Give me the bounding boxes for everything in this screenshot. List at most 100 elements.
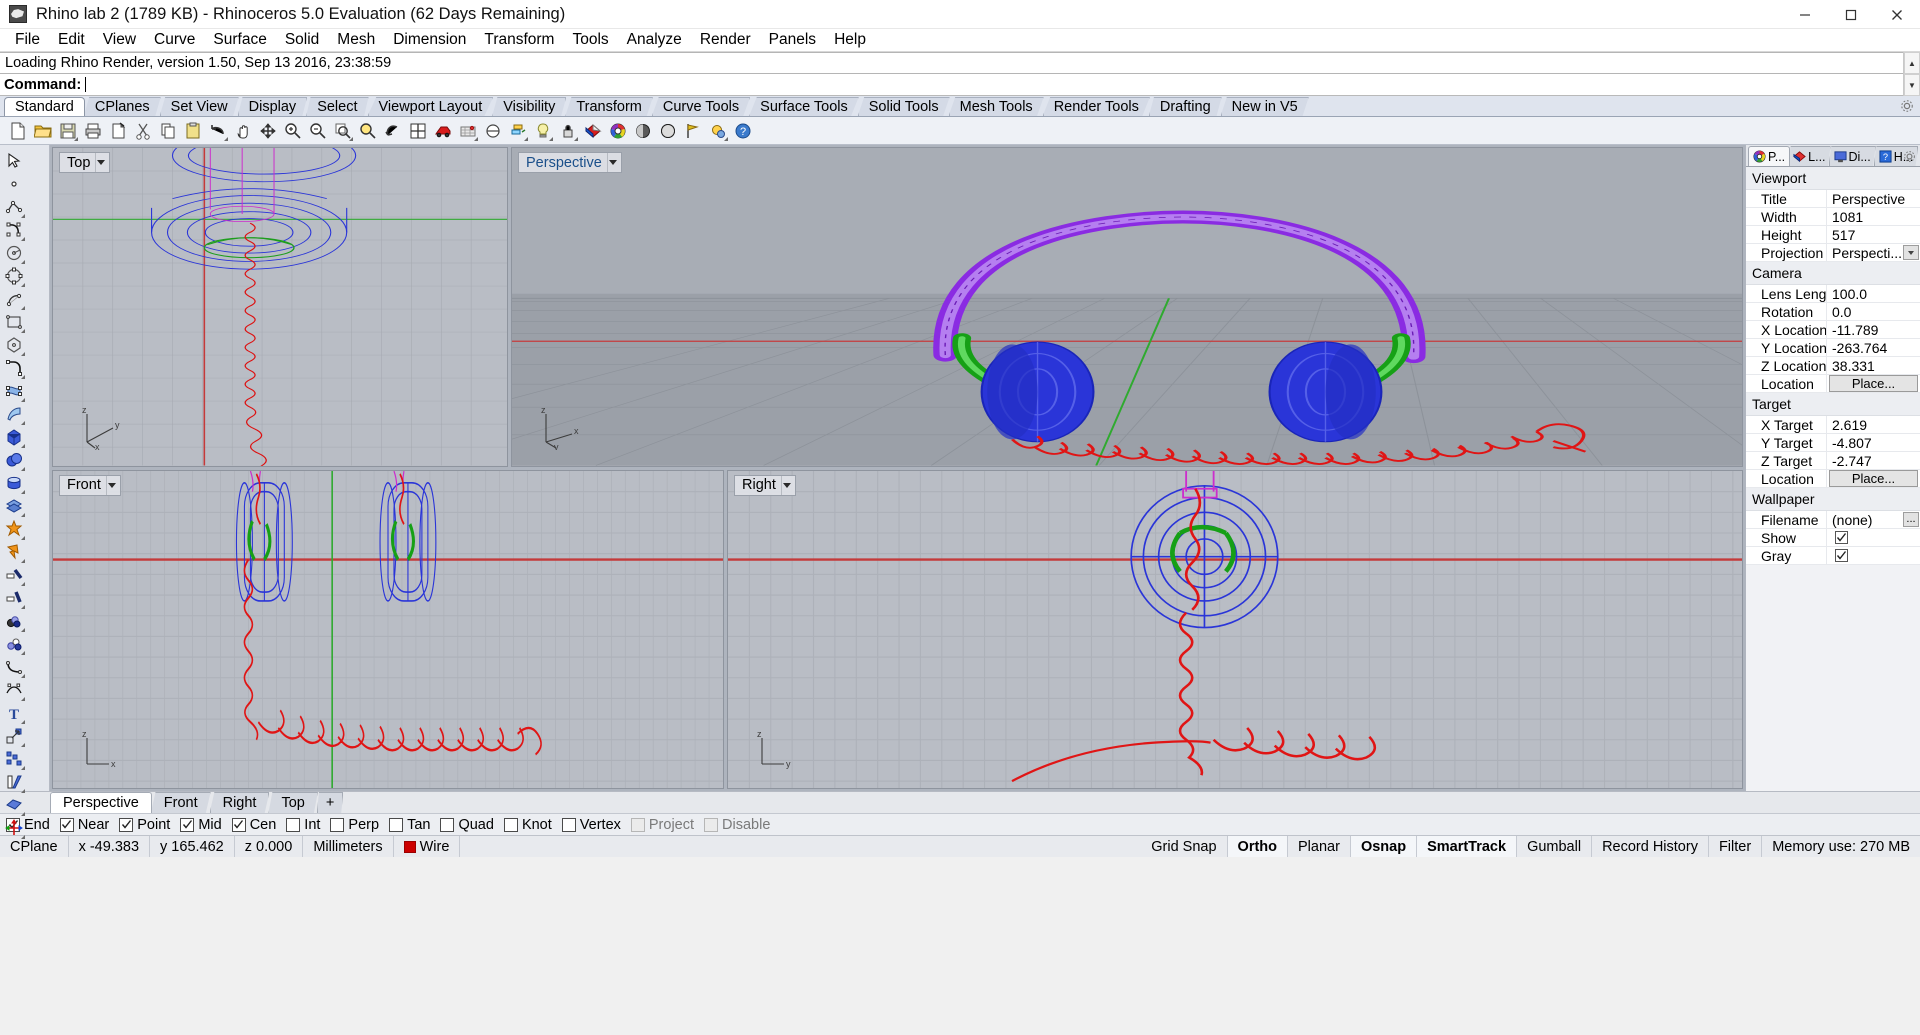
- curve-control-points-icon[interactable]: [2, 218, 25, 241]
- menu-item-help[interactable]: Help: [825, 29, 875, 51]
- copy-icon[interactable]: [156, 119, 179, 142]
- status-toggle-smarttrack[interactable]: SmartTrack: [1417, 836, 1518, 857]
- panel-tab-display[interactable]: Di...: [1828, 146, 1876, 166]
- menu-item-view[interactable]: View: [94, 29, 145, 51]
- cylinder-solid-icon[interactable]: [2, 471, 25, 494]
- render-icon[interactable]: [431, 119, 454, 142]
- toolbar-tab-surface-tools[interactable]: Surface Tools: [749, 97, 859, 116]
- chevron-down-icon[interactable]: [95, 153, 106, 172]
- status-cplane[interactable]: CPlane: [0, 836, 69, 857]
- status-toggle-osnap[interactable]: Osnap: [1350, 836, 1418, 857]
- viewport-tab-front[interactable]: Front: [150, 792, 211, 813]
- status-toggle-gumball[interactable]: Gumball: [1517, 836, 1593, 857]
- box-solid-icon[interactable]: [2, 425, 25, 448]
- osnap-perp[interactable]: Perp: [330, 817, 379, 833]
- chevron-down-icon[interactable]: [606, 153, 618, 172]
- circle-icon[interactable]: [2, 241, 25, 264]
- viewport-front[interactable]: Front z x: [52, 469, 724, 789]
- toolbar-tab-curve-tools[interactable]: Curve Tools: [651, 97, 751, 116]
- menu-item-file[interactable]: File: [6, 29, 49, 51]
- viewport-label-right[interactable]: Right: [734, 474, 796, 496]
- osnap-disable[interactable]: Disable: [704, 817, 770, 833]
- lock-icon-flyout[interactable]: [574, 137, 578, 141]
- print-icon[interactable]: [81, 119, 104, 142]
- lock-icon[interactable]: [556, 119, 579, 142]
- scroll-up-button[interactable]: ▲: [1904, 52, 1920, 74]
- scroll-down-button[interactable]: ▼: [1904, 74, 1920, 96]
- panel-row-value[interactable]: Perspecti...: [1827, 244, 1920, 261]
- four-viewport-icon[interactable]: [406, 119, 429, 142]
- help-icon[interactable]: ?: [731, 119, 754, 142]
- osnap-checkbox-near[interactable]: [59, 817, 74, 832]
- options-icon-flyout[interactable]: [724, 137, 728, 141]
- chevron-down-icon[interactable]: [105, 475, 117, 495]
- material-icon[interactable]: [581, 119, 604, 142]
- osnap-checkbox-cen[interactable]: [231, 817, 246, 832]
- menu-item-panels[interactable]: Panels: [760, 29, 825, 51]
- object-snap-icon[interactable]: [481, 119, 504, 142]
- fillet-curve-icon[interactable]: [2, 655, 25, 678]
- toolbar-tab-standard[interactable]: Standard: [4, 97, 85, 116]
- toolbar-tab-solid-tools[interactable]: Solid Tools: [857, 97, 950, 116]
- array-icon[interactable]: [2, 747, 25, 770]
- osnap-cen[interactable]: Cen: [231, 817, 276, 833]
- cut-icon[interactable]: [131, 119, 154, 142]
- osnap-checkbox-knot[interactable]: [503, 817, 518, 832]
- point-icon[interactable]: [2, 172, 25, 195]
- viewport-label-top[interactable]: Top: [59, 152, 111, 173]
- copy-to-clipboard-icon[interactable]: [106, 119, 129, 142]
- viewport-right[interactable]: Right z y: [727, 469, 1743, 789]
- osnap-checkbox-int[interactable]: [286, 817, 301, 832]
- osnap-project[interactable]: Project: [630, 817, 694, 833]
- explode-icon[interactable]: [2, 540, 25, 563]
- text-icon[interactable]: T: [2, 701, 25, 724]
- options-icon[interactable]: [706, 119, 729, 142]
- menu-item-dimension[interactable]: Dimension: [384, 29, 475, 51]
- menu-item-tools[interactable]: Tools: [563, 29, 617, 51]
- viewport-tab-perspective[interactable]: Perspective: [50, 792, 152, 813]
- panel-row-value[interactable]: (none)...: [1827, 511, 1920, 528]
- boolean-union-icon[interactable]: [2, 517, 25, 540]
- panel-tab-properties[interactable]: P...: [1748, 146, 1791, 166]
- zoom-previous-icon[interactable]: [381, 119, 404, 142]
- menu-item-curve[interactable]: Curve: [145, 29, 204, 51]
- new-file-icon[interactable]: [6, 119, 29, 142]
- move-gumball-icon[interactable]: [2, 816, 25, 839]
- panel-row-value[interactable]: [1827, 529, 1920, 546]
- flag-icon[interactable]: [681, 119, 704, 142]
- osnap-checkbox-mid[interactable]: [180, 817, 195, 832]
- split-icon[interactable]: [2, 586, 25, 609]
- save-file-icon[interactable]: [56, 119, 79, 142]
- osnap-quad[interactable]: Quad: [440, 817, 494, 833]
- toolbar-tab-visibility[interactable]: Visibility: [492, 97, 567, 116]
- zoom-out-icon[interactable]: [306, 119, 329, 142]
- status-toggle-ortho[interactable]: Ortho: [1227, 836, 1289, 857]
- wallpaper-browse-button[interactable]: ...: [1903, 512, 1919, 527]
- viewport-label-front[interactable]: Front: [59, 474, 121, 496]
- open-file-icon[interactable]: [31, 119, 54, 142]
- layer-icon[interactable]: [506, 119, 529, 142]
- undo-icon[interactable]: [206, 119, 229, 142]
- panel-row-value[interactable]: Place...: [1827, 375, 1920, 392]
- osnap-checkbox-point[interactable]: [119, 817, 134, 832]
- panel-tab-layers[interactable]: L...: [1788, 146, 1831, 166]
- status-toggle-filter[interactable]: Filter: [1709, 836, 1763, 857]
- toolbar-tab-render-tools[interactable]: Render Tools: [1042, 97, 1150, 116]
- command-scrollbar[interactable]: ▲ ▼: [1903, 52, 1920, 96]
- paste-icon[interactable]: [181, 119, 204, 142]
- viewport-tab-top[interactable]: Top: [268, 792, 318, 813]
- status-layer[interactable]: Wire: [394, 836, 461, 857]
- panel-options-icon[interactable]: [1903, 150, 1916, 163]
- viewport-perspective[interactable]: Perspective z x y: [511, 147, 1743, 467]
- chevron-down-icon[interactable]: [780, 475, 792, 495]
- osnap-checkbox-project[interactable]: [630, 817, 645, 832]
- shaded-view-icon[interactable]: [631, 119, 654, 142]
- menu-item-mesh[interactable]: Mesh: [328, 29, 384, 51]
- mesh-icon[interactable]: [2, 494, 25, 517]
- blend-curve-icon[interactable]: [2, 678, 25, 701]
- select-arrow-icon[interactable]: [2, 149, 25, 172]
- panel-row-value[interactable]: Place...: [1827, 470, 1920, 487]
- pan-icon[interactable]: [231, 119, 254, 142]
- trim-icon[interactable]: [2, 563, 25, 586]
- menu-item-analyze[interactable]: Analyze: [618, 29, 691, 51]
